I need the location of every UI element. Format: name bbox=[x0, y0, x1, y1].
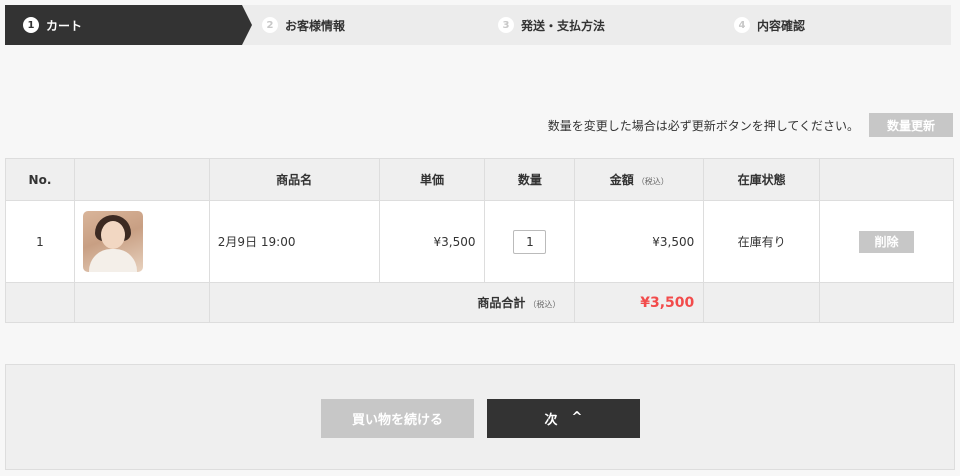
row-image-cell bbox=[73, 200, 210, 283]
step-label: カート bbox=[46, 18, 83, 33]
table-header-row: No. 商品名 単価 数量 金額 （税込） 在庫状態 bbox=[5, 158, 954, 201]
row-quantity-cell bbox=[484, 200, 576, 283]
header-actions bbox=[819, 158, 954, 201]
table-row: 1 2月9日 19:00 ¥3,500 ¥3,500 在庫有り 削除 bbox=[5, 200, 954, 283]
step-label: お客様情報 bbox=[285, 18, 346, 33]
header-unit-price: 単価 bbox=[378, 158, 486, 201]
quantity-notice-row: 数量を変更した場合は必ず更新ボタンを押してください。 数量更新 bbox=[548, 113, 953, 137]
step-number: 1 bbox=[23, 17, 39, 33]
checkout-steps: 1 カート 2 お客様情報 3 発送・支払方法 4 内容確認 bbox=[5, 5, 951, 45]
row-no: 1 bbox=[5, 200, 75, 283]
header-amount: 金額 （税込） bbox=[574, 158, 705, 201]
total-row: 商品合計 （税込） ¥3,500 bbox=[5, 282, 954, 323]
header-image bbox=[73, 158, 210, 201]
header-no: No. bbox=[5, 158, 75, 201]
step-arrow-icon bbox=[242, 5, 252, 45]
total-empty-cell bbox=[703, 282, 821, 323]
update-quantity-button[interactable]: 数量更新 bbox=[869, 113, 953, 137]
total-label: 商品合計 bbox=[477, 296, 526, 310]
step-number: 2 bbox=[262, 17, 278, 33]
header-quantity: 数量 bbox=[484, 158, 576, 201]
next-button[interactable]: 次 ^ bbox=[487, 399, 640, 438]
step-confirm: 4 内容確認 bbox=[734, 5, 805, 45]
total-tax-note: （税込） bbox=[528, 300, 561, 309]
total-value: ¥3,500 bbox=[574, 282, 705, 323]
step-number: 4 bbox=[734, 17, 750, 33]
header-amount-label: 金額 bbox=[609, 173, 634, 187]
product-photo[interactable] bbox=[82, 211, 143, 272]
header-stock: 在庫状態 bbox=[703, 158, 821, 201]
total-empty-cell bbox=[5, 282, 75, 323]
step-label: 発送・支払方法 bbox=[521, 18, 606, 33]
row-unit-price: ¥3,500 bbox=[378, 200, 486, 283]
total-empty-cell bbox=[819, 282, 954, 323]
step-shipping-payment: 3 発送・支払方法 bbox=[498, 5, 605, 45]
cart-table: No. 商品名 単価 数量 金額 （税込） 在庫状態 1 2月9日 19:00 ¥… bbox=[5, 158, 954, 323]
row-product-name: 2月9日 19:00 bbox=[208, 200, 380, 283]
header-amount-tax-note: （税込） bbox=[636, 177, 669, 186]
row-amount: ¥3,500 bbox=[574, 200, 705, 283]
step-label: 内容確認 bbox=[757, 18, 806, 33]
total-empty-cell bbox=[73, 282, 210, 323]
row-stock-status: 在庫有り bbox=[703, 200, 821, 283]
next-button-label: 次 bbox=[544, 413, 558, 428]
delete-button[interactable]: 削除 bbox=[859, 230, 915, 253]
header-product-name: 商品名 bbox=[208, 158, 380, 201]
continue-shopping-button[interactable]: 買い物を続ける bbox=[321, 399, 474, 438]
step-customer-info: 2 お客様情報 bbox=[262, 5, 345, 45]
row-actions-cell: 削除 bbox=[819, 200, 954, 283]
quantity-input[interactable] bbox=[513, 229, 547, 254]
chevron-up-icon: ^ bbox=[571, 410, 583, 425]
quantity-notice-text: 数量を変更した場合は必ず更新ボタンを押してください。 bbox=[547, 118, 859, 133]
step-number: 3 bbox=[498, 17, 514, 33]
cart-actions: 買い物を続ける 次 ^ bbox=[5, 364, 955, 470]
total-label-cell: 商品合計 （税込） bbox=[208, 282, 576, 323]
step-cart: 1 カート bbox=[5, 5, 252, 45]
